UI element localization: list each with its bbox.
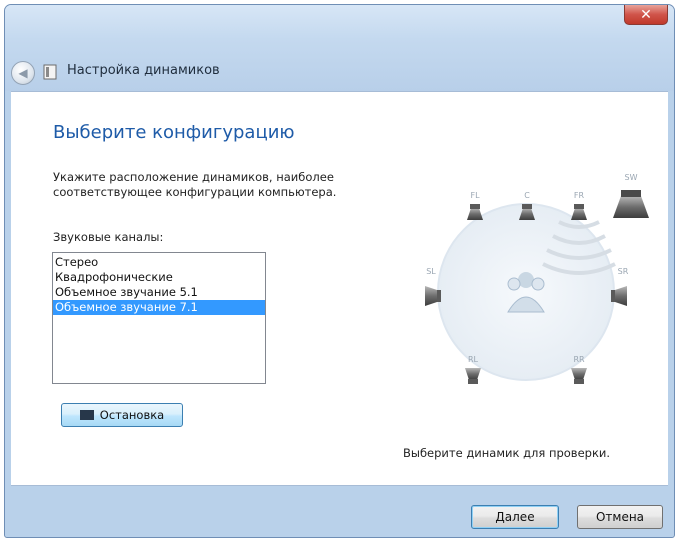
status-text: Выберите динамик для проверки. [403,446,611,460]
window-title: Настройка динамиков [67,63,220,78]
channels-listbox[interactable]: Стерео Квадрофонические Объемное звучани… [52,252,266,384]
title-bar: ✕ ◀ Настройка динамиков [5,5,674,91]
channel-option-quad[interactable]: Квадрофонические [53,270,265,285]
channels-label: Звуковые каналы: [53,230,164,244]
page-heading: Выберите конфигурацию [53,122,295,143]
channel-option-7-1[interactable]: Объемное звучание 7.1 [53,300,265,315]
speaker-setup-window: ✕ ◀ Настройка динамиков Выберите конфигу… [4,4,675,538]
close-button[interactable]: ✕ [624,5,668,25]
svg-text:C: C [524,191,530,200]
speaker-subwoofer[interactable]: SW [613,173,649,218]
svg-text:SL: SL [426,267,436,276]
cancel-button[interactable]: Отмена [577,505,663,529]
close-icon: ✕ [640,6,652,23]
instruction-text: Укажите расположение динамиков, наиболее… [53,170,337,199]
back-arrow-icon: ◀ [18,66,28,80]
back-button[interactable]: ◀ [11,61,35,85]
svg-text:FR: FR [574,191,585,200]
stop-icon [79,410,94,420]
wizard-page: Выберите конфигурацию Укажите расположен… [11,91,668,486]
listening-area-circle [437,203,615,381]
speaker-front-left[interactable]: FL [467,191,483,220]
speaker-diagram: FL C FR SW SL SR RL RR [425,173,649,384]
channel-option-5-1[interactable]: Объемное звучание 5.1 [53,285,265,300]
stop-button-label: Остановка [99,408,165,422]
footer-separator [11,485,668,486]
channel-option-stereo[interactable]: Стерео [53,255,265,270]
next-button[interactable]: Далее [471,505,559,529]
stop-button[interactable]: Остановка [61,403,183,427]
svg-text:FL: FL [470,191,480,200]
speaker-front-right[interactable]: FR [571,191,587,220]
svg-text:SW: SW [625,173,638,182]
speaker-rear-right[interactable]: RR [571,355,587,384]
svg-text:RL: RL [468,355,479,364]
svg-text:SR: SR [618,267,629,276]
speaker-setup-icon [43,64,57,80]
svg-text:RR: RR [573,355,585,364]
